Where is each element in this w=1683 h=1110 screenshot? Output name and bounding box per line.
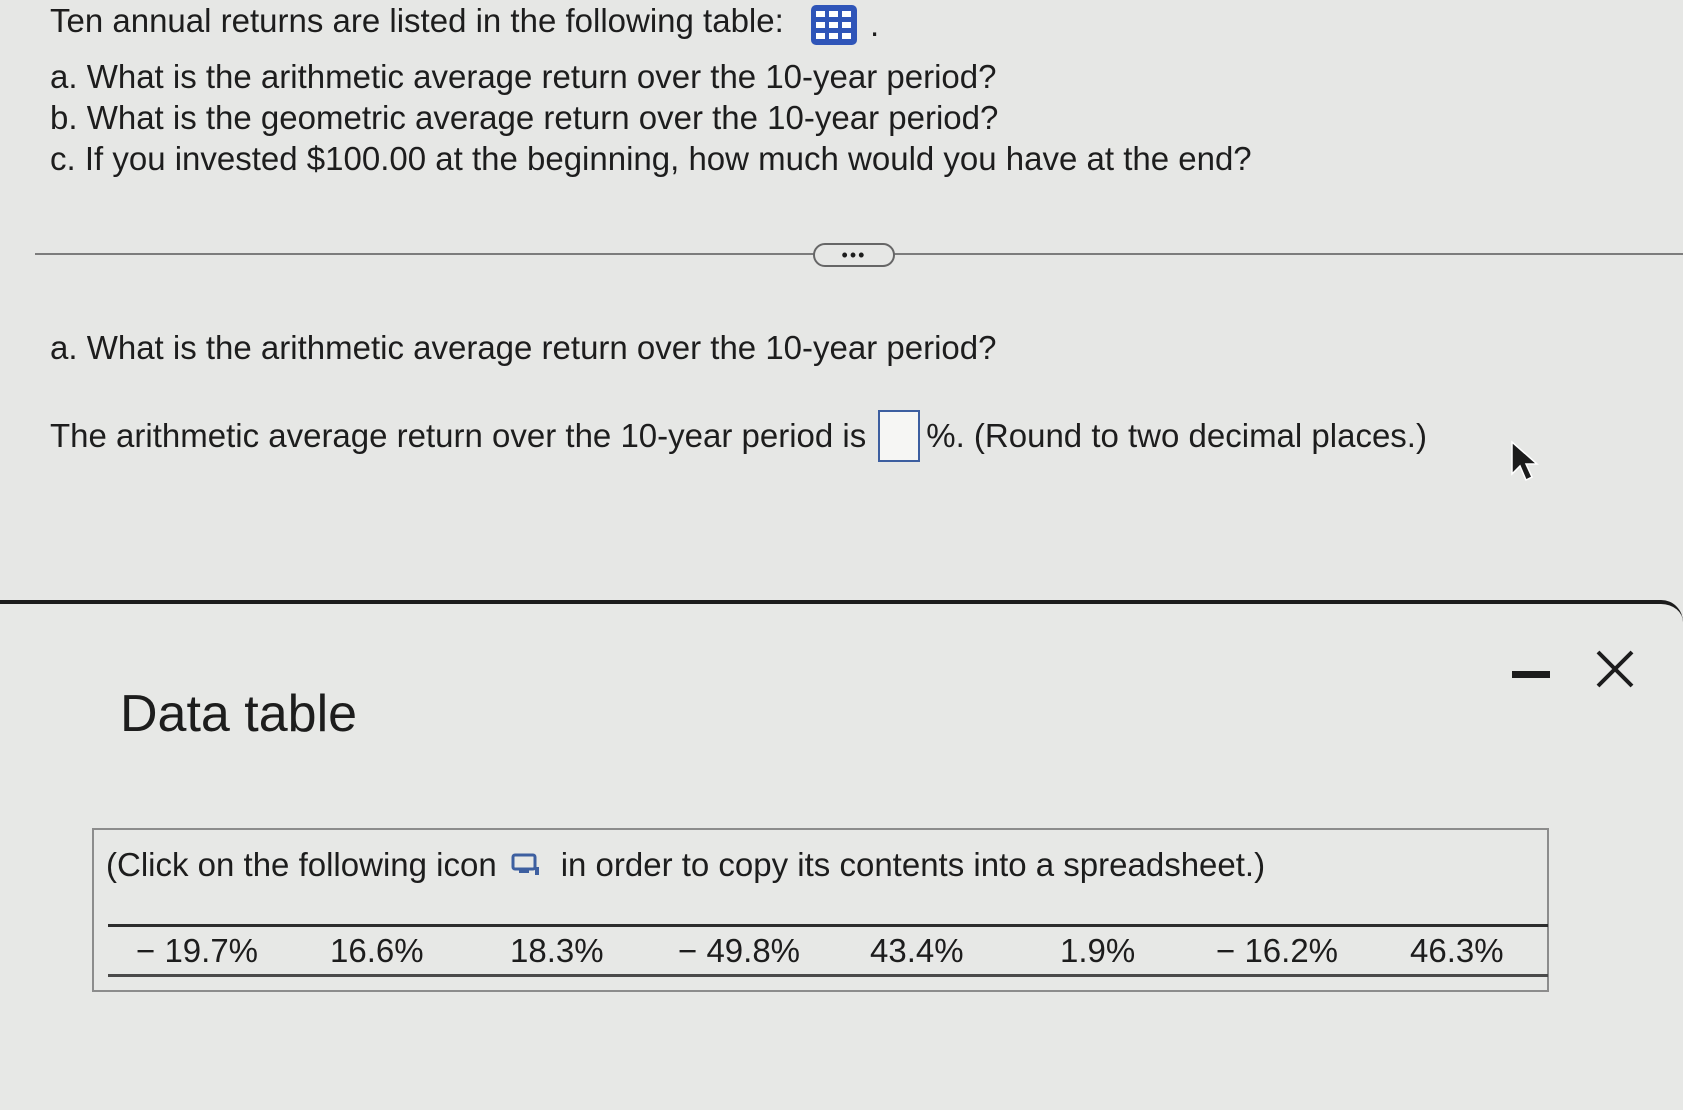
table-bottom-rule — [108, 974, 1548, 977]
expand-more-button[interactable]: ••• — [813, 243, 895, 267]
answer-heading: a. What is the arithmetic average return… — [50, 329, 997, 366]
table-top-rule — [108, 924, 1548, 927]
question-part-c: c. If you invested $100.00 at the beginn… — [50, 140, 1252, 177]
copy-to-spreadsheet-icon[interactable] — [511, 852, 541, 878]
intro-period: . — [870, 6, 880, 43]
data-table-container: (Click on the following icon in order to… — [92, 828, 1549, 992]
data-table-dialog: Data table (Click on the following icon … — [0, 600, 1683, 1110]
question-intro: Ten annual returns are listed in the fol… — [50, 2, 784, 39]
return-cell: − 19.7% — [136, 932, 259, 969]
answer-suffix: %. (Round to two decimal places.) — [926, 417, 1427, 454]
instructions-after: in order to copy its contents into a spr… — [560, 846, 1266, 883]
answer-input[interactable] — [878, 410, 921, 462]
return-cell: 18.3% — [510, 932, 604, 969]
question-part-a: a. What is the arithmetic average return… — [50, 58, 997, 95]
return-cell: 46.3% — [1410, 932, 1504, 969]
return-cell: − 16.2% — [1216, 932, 1339, 969]
return-cell: 43.4% — [870, 932, 964, 969]
dialog-title: Data table — [120, 685, 358, 743]
table-grid-icon[interactable] — [810, 4, 858, 46]
return-cell: − 49.8% — [678, 932, 801, 969]
answer-sentence: The arithmetic average return over the 1… — [50, 410, 1427, 462]
mouse-pointer-icon — [1511, 440, 1539, 482]
close-icon[interactable] — [1594, 648, 1636, 690]
instructions-before: (Click on the following icon — [106, 846, 497, 883]
minimize-icon[interactable] — [1512, 671, 1550, 678]
copy-instructions: (Click on the following icon in order to… — [106, 846, 1265, 884]
return-cell: 1.9% — [1060, 932, 1136, 969]
answer-prefix: The arithmetic average return over the 1… — [50, 417, 867, 454]
question-part-b: b. What is the geometric average return … — [50, 99, 999, 136]
return-cell: 16.6% — [330, 932, 424, 969]
